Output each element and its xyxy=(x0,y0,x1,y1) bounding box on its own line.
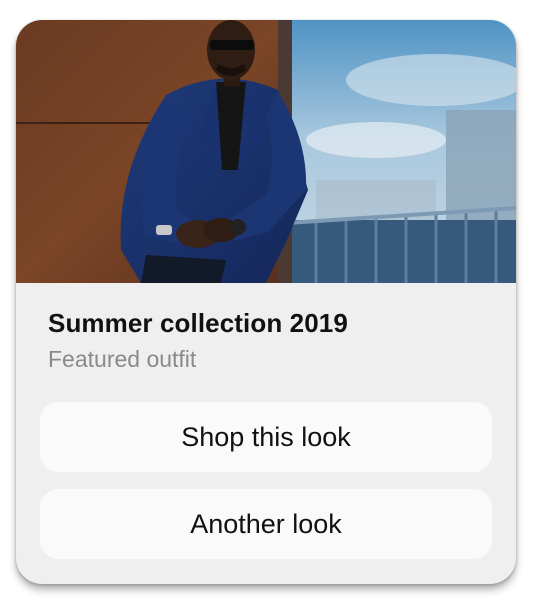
shop-this-look-button[interactable]: Shop this look xyxy=(40,402,492,472)
hero-photo xyxy=(16,20,516,283)
collection-title: Summer collection 2019 xyxy=(48,308,348,338)
collection-subtitle: Featured outfit xyxy=(48,346,197,372)
featured-outfit-card: Summer collection 2019 Featured outfit S… xyxy=(16,20,516,584)
another-look-button[interactable]: Another look xyxy=(40,489,492,559)
